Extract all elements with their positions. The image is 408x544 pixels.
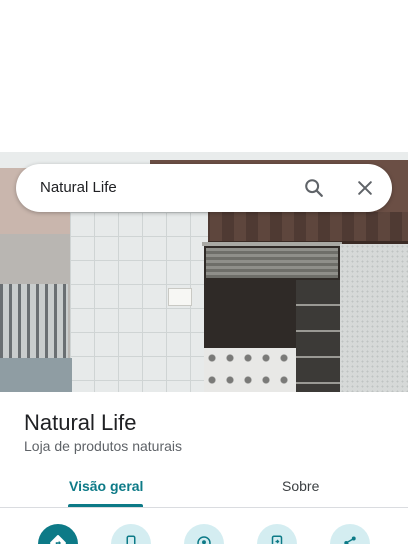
tab-overview[interactable]: Visão geral: [69, 477, 143, 495]
directions-icon: [49, 534, 67, 544]
call-button[interactable]: [111, 524, 151, 544]
tab-about[interactable]: Sobre: [282, 477, 319, 495]
share-icon: [341, 534, 359, 544]
place-title: Natural Life: [24, 410, 137, 435]
search-query[interactable]: Natural Life: [40, 178, 117, 198]
active-tab-indicator: [68, 504, 143, 507]
send-to-phone-icon: [268, 534, 286, 544]
directions-button[interactable]: [38, 524, 78, 544]
search-icon[interactable]: [302, 176, 326, 200]
tab-bar: Visão geral Sobre: [0, 468, 408, 508]
place-category: Loja de produtos naturais: [24, 438, 182, 454]
close-icon[interactable]: [353, 176, 377, 200]
search-bar[interactable]: Natural Life: [16, 164, 392, 212]
place-page: Natural Life Natural Life Loja de produt…: [0, 0, 408, 544]
nearby-button[interactable]: [184, 524, 224, 544]
location-icon: [195, 534, 213, 544]
phone-icon: [122, 534, 140, 544]
share-button[interactable]: [330, 524, 370, 544]
send-to-phone-button[interactable]: [257, 524, 297, 544]
